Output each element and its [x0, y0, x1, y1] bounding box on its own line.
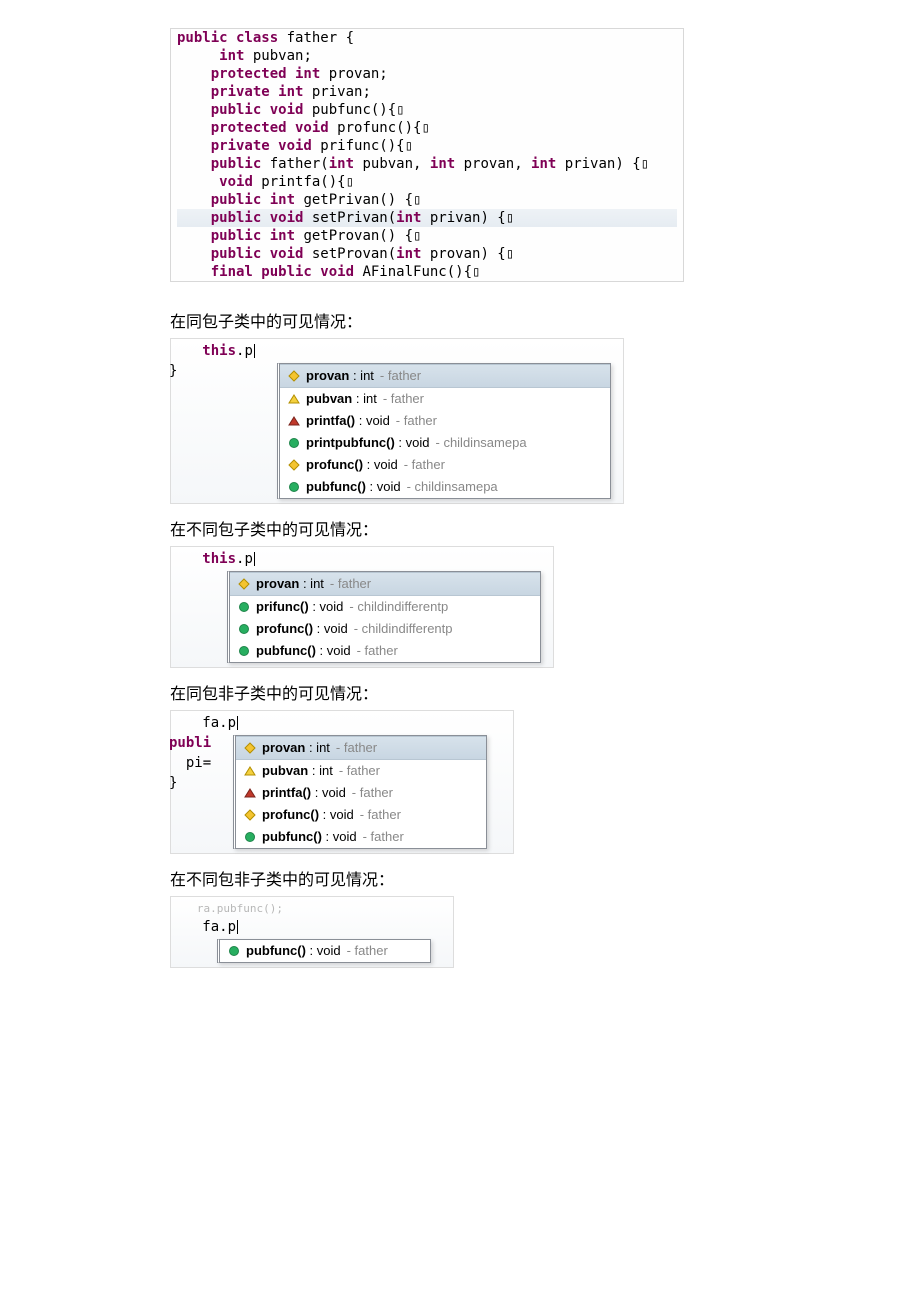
autocomplete-item[interactable]: printfa() : void - father	[236, 782, 486, 804]
item-label: printfa() : void	[306, 410, 390, 432]
autocomplete-item[interactable]: profunc() : void - childindifferentp	[230, 618, 540, 640]
item-label: profunc() : void	[262, 804, 354, 826]
autocomplete-item[interactable]: pubfunc() : void - father	[236, 826, 486, 848]
autocomplete-item[interactable]: provan : int - father	[236, 736, 486, 760]
autocomplete-item[interactable]: pubfunc() : void - father	[220, 940, 430, 962]
code-line: public void setPrivan(int privan) {▯	[177, 209, 677, 227]
item-label: provan : int	[256, 573, 324, 595]
item-source: - childindifferentp	[354, 618, 453, 640]
autocomplete-popup[interactable]: pubfunc() : void - father	[217, 939, 431, 963]
code-snippet: this.pprovan : int - fatherprifunc() : v…	[170, 546, 920, 668]
item-source: - father	[380, 365, 421, 387]
code-line: public void pubfunc(){▯	[177, 101, 677, 119]
code-line: protected int provan;	[177, 65, 677, 83]
autocomplete-item[interactable]: pubvan : int - father	[280, 388, 610, 410]
gutter-code: }	[169, 361, 177, 381]
item-source: - father	[357, 640, 398, 662]
diamond-y-icon	[288, 370, 300, 382]
code-line: int pubvan;	[177, 47, 677, 65]
item-label: pubfunc() : void	[262, 826, 357, 848]
code-line: public class father {	[177, 29, 677, 47]
item-source: - father	[339, 760, 380, 782]
circ-g-icon	[228, 945, 240, 957]
item-source: - father	[396, 410, 437, 432]
item-source: - father	[330, 573, 371, 595]
tri-r-icon	[288, 415, 300, 427]
gutter-code: publi pi= }	[169, 733, 211, 793]
item-label: printfa() : void	[262, 782, 346, 804]
item-label: prifunc() : void	[256, 596, 343, 618]
autocomplete-item[interactable]: prifunc() : void - childindifferentp	[230, 596, 540, 618]
code-line: void printfa(){▯	[177, 173, 677, 191]
autocomplete-item[interactable]: printpubfunc() : void - childinsamepa	[280, 432, 610, 454]
item-source: - father	[404, 454, 445, 476]
section-heading: 在同包子类中的可见情况：	[170, 308, 920, 332]
item-label: provan : int	[262, 737, 330, 759]
circ-g-icon	[288, 437, 300, 449]
code-line: protected void profunc(){▯	[177, 119, 677, 137]
section-heading: 在不同包非子类中的可见情况：	[170, 866, 920, 890]
tri-r-icon	[244, 787, 256, 799]
diamond-y-icon	[238, 578, 250, 590]
item-label: printpubfunc() : void	[306, 432, 430, 454]
autocomplete-item[interactable]: pubvan : int - father	[236, 760, 486, 782]
item-source: - father	[383, 388, 424, 410]
autocomplete-item[interactable]: provan : int - father	[230, 572, 540, 596]
item-label: profunc() : void	[306, 454, 398, 476]
diamond-y-icon	[244, 809, 256, 821]
item-label: profunc() : void	[256, 618, 348, 640]
code-snippet: this.p}provan : int - fatherpubvan : int…	[170, 338, 920, 504]
item-label: pubvan : int	[306, 388, 377, 410]
tri-y-icon	[244, 765, 256, 777]
code-line: public void setProvan(int provan) {▯	[177, 245, 677, 263]
typed-prefix[interactable]: fa.p	[177, 917, 447, 937]
tri-y-icon	[288, 393, 300, 405]
item-label: pubfunc() : void	[246, 940, 341, 962]
code-line: public int getProvan() {▯	[177, 227, 677, 245]
diamond-y-icon	[244, 742, 256, 754]
code-snippet: ra.pubfunc(); fa.p pubfunc() : void - fat…	[170, 896, 920, 968]
autocomplete-item[interactable]: provan : int - father	[280, 364, 610, 388]
item-source: - father	[347, 940, 388, 962]
autocomplete-popup[interactable]: provan : int - fatherpubvan : int - fath…	[233, 735, 487, 849]
code-line: public int getPrivan() {▯	[177, 191, 677, 209]
section-heading: 在同包非子类中的可见情况：	[170, 680, 920, 704]
item-label: pubfunc() : void	[256, 640, 351, 662]
item-source: - childindifferentp	[349, 596, 448, 618]
autocomplete-item[interactable]: profunc() : void - father	[280, 454, 610, 476]
code-line: final public void AFinalFunc(){▯	[177, 263, 677, 281]
item-source: - father	[360, 804, 401, 826]
circ-g-icon	[238, 601, 250, 613]
typed-prefix[interactable]: this.p	[177, 341, 617, 361]
item-label: pubvan : int	[262, 760, 333, 782]
item-source: - childinsamepa	[436, 432, 527, 454]
autocomplete-item[interactable]: pubfunc() : void - father	[230, 640, 540, 662]
autocomplete-popup[interactable]: provan : int - fatherpubvan : int - fath…	[277, 363, 611, 499]
truncated-code-above: ra.pubfunc();	[177, 899, 447, 919]
circ-g-icon	[238, 623, 250, 635]
circ-g-icon	[288, 481, 300, 493]
code-editor-main: public class father { int pubvan; protec…	[170, 28, 684, 282]
code-line: private int privan;	[177, 83, 677, 101]
item-source: - father	[352, 782, 393, 804]
section-heading: 在不同包子类中的可见情况：	[170, 516, 920, 540]
typed-prefix[interactable]: this.p	[177, 549, 547, 569]
typed-prefix[interactable]: fa.p	[177, 713, 507, 733]
autocomplete-popup[interactable]: provan : int - fatherprifunc() : void - …	[227, 571, 541, 663]
circ-g-icon	[244, 831, 256, 843]
autocomplete-item[interactable]: pubfunc() : void - childinsamepa	[280, 476, 610, 498]
autocomplete-item[interactable]: printfa() : void - father	[280, 410, 610, 432]
code-line: private void prifunc(){▯	[177, 137, 677, 155]
item-source: - childinsamepa	[407, 476, 498, 498]
code-line: public father(int pubvan, int provan, in…	[177, 155, 677, 173]
item-source: - father	[336, 737, 377, 759]
code-snippet: fa.ppubli pi= }provan : int - fatherpubv…	[170, 710, 920, 854]
item-label: pubfunc() : void	[306, 476, 401, 498]
diamond-y-icon	[288, 459, 300, 471]
item-label: provan : int	[306, 365, 374, 387]
item-source: - father	[363, 826, 404, 848]
autocomplete-item[interactable]: profunc() : void - father	[236, 804, 486, 826]
circ-g-icon	[238, 645, 250, 657]
